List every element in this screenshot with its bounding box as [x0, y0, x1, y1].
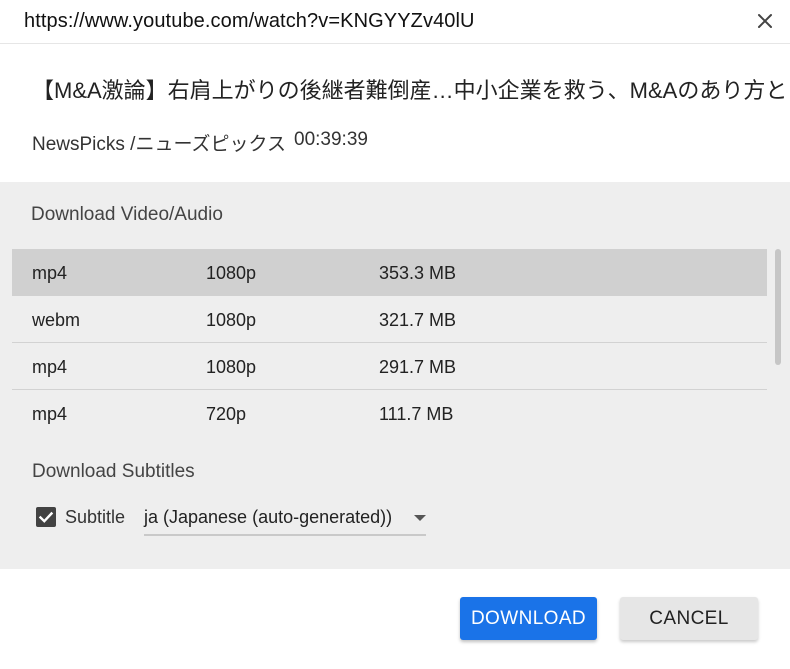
- format-type: mp4: [32, 357, 68, 377]
- close-button[interactable]: [752, 8, 778, 34]
- download-video-heading: Download Video/Audio: [31, 204, 223, 225]
- format-row[interactable]: mp4 720p 111.7 MB: [12, 390, 767, 437]
- scrollbar-thumb[interactable]: [775, 249, 781, 365]
- close-icon: [758, 14, 772, 28]
- dropdown-arrow-icon: [414, 515, 426, 521]
- download-button[interactable]: DOWNLOAD: [460, 597, 597, 640]
- format-size: 353.3 MB: [379, 263, 457, 283]
- video-duration: 00:39:39: [294, 129, 368, 150]
- download-panel: Download Video/Audio mp4 1080p 353.3 MB …: [0, 182, 790, 569]
- subtitle-checkbox-label: Subtitle: [65, 507, 126, 527]
- cancel-button[interactable]: CANCEL: [620, 597, 758, 640]
- format-type: mp4: [32, 404, 68, 424]
- format-list: mp4 1080p 353.3 MB webm 1080p 321.7 MB m…: [12, 249, 767, 437]
- video-url: https://www.youtube.com/watch?v=KNGYYZv4…: [24, 10, 475, 32]
- format-size: 111.7 MB: [379, 404, 454, 424]
- video-title: 【M&A激論】右肩上がりの後継者難倒産…中小企業を救う、M&Aのあり方と…: [32, 78, 790, 103]
- check-icon: [38, 511, 54, 523]
- format-resolution: 720p: [206, 404, 247, 424]
- format-row[interactable]: mp4 1080p 291.7 MB: [12, 343, 767, 390]
- subtitle-checkbox[interactable]: [36, 507, 56, 527]
- format-size: 291.7 MB: [379, 357, 457, 377]
- format-size: 321.7 MB: [379, 310, 457, 330]
- format-resolution: 1080p: [206, 263, 257, 283]
- format-resolution: 1080p: [206, 310, 257, 330]
- format-type: webm: [32, 310, 81, 330]
- format-list-scrollbar[interactable]: [772, 249, 784, 437]
- format-row[interactable]: mp4 1080p 353.3 MB: [12, 249, 767, 296]
- channel-name: NewsPicks /ニューズピックス: [32, 134, 286, 155]
- format-type: mp4: [32, 263, 68, 283]
- subtitle-language-value: ja (Japanese (auto-generated)): [144, 507, 393, 527]
- url-bar: https://www.youtube.com/watch?v=KNGYYZv4…: [0, 0, 790, 44]
- format-row[interactable]: webm 1080p 321.7 MB: [12, 296, 767, 343]
- download-subtitles-heading: Download Subtitles: [32, 461, 195, 482]
- subtitle-language-select[interactable]: ja (Japanese (auto-generated)): [144, 504, 426, 536]
- format-resolution: 1080p: [206, 357, 257, 377]
